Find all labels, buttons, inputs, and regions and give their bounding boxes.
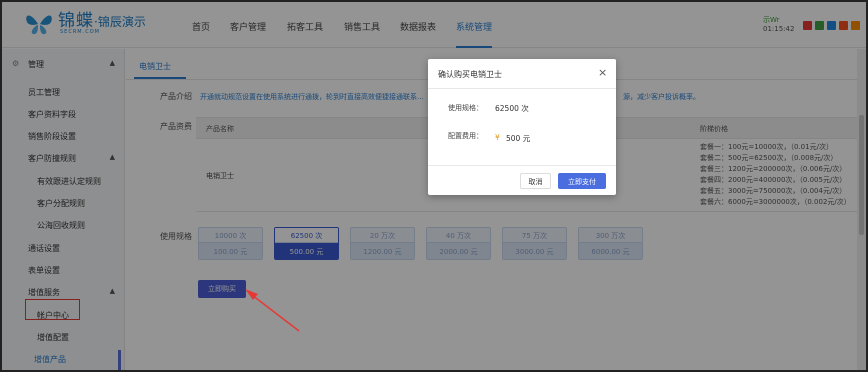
dialog-title: 确认购买电销卫士 [438,70,502,79]
close-icon[interactable]: × [598,66,607,79]
divider [428,165,616,166]
currency-symbol: ¥ [495,133,500,142]
dialog-price-label: 配置费用： [448,132,483,140]
dialog-spec-label: 使用规格： [448,104,483,112]
dialog-spec-value: 62500 次 [495,104,529,113]
cancel-button[interactable]: 取消 [520,173,551,189]
dialog-price-value: 500 元 [506,134,531,143]
confirm-purchase-dialog: 确认购买电销卫士 × 使用规格： 62500 次 配置费用： ¥ 500 元 取… [428,59,616,195]
pay-now-button[interactable]: 立即支付 [558,173,606,189]
divider [428,88,616,89]
